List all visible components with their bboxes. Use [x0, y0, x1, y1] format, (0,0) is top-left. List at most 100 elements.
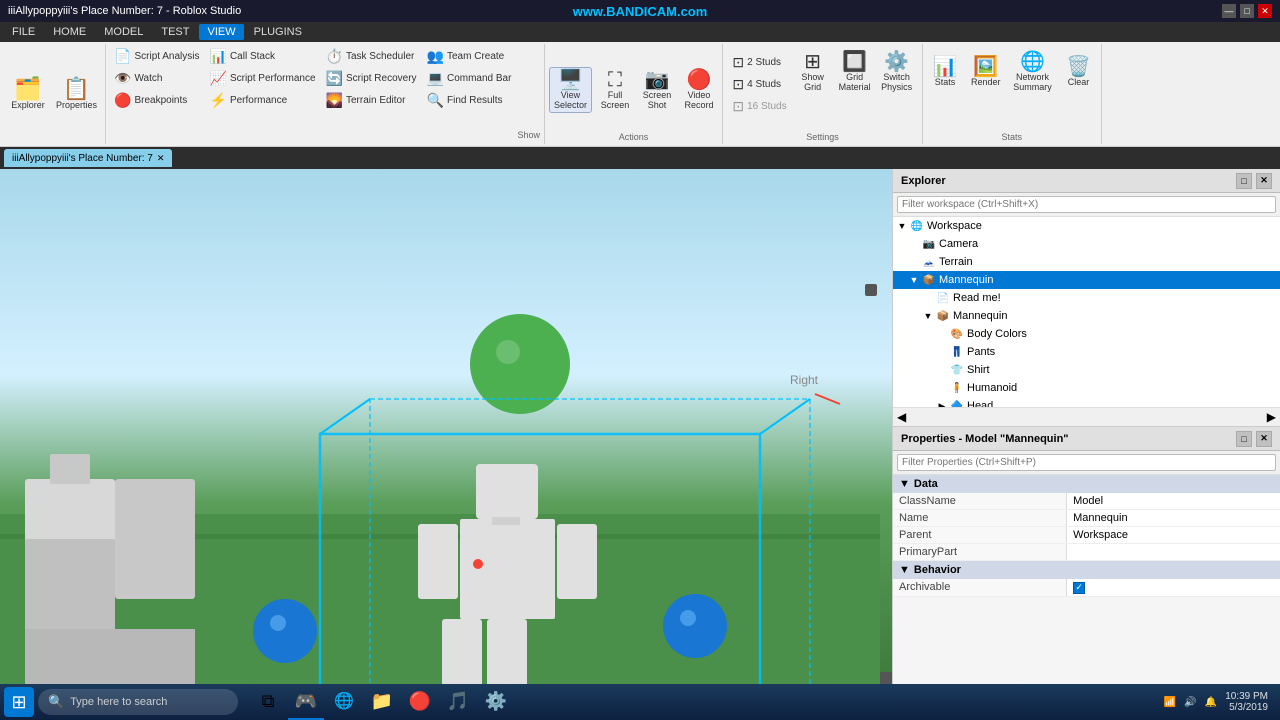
- tree-item-body-colors[interactable]: 🎨 Body Colors: [893, 325, 1280, 343]
- name-value[interactable]: Mannequin: [1067, 510, 1280, 526]
- viewport-resize-handle[interactable]: [880, 672, 892, 684]
- tree-item-head[interactable]: ▶ 🔷 Head: [893, 397, 1280, 407]
- explorer-label: Explorer: [11, 100, 45, 110]
- taskbar-clock[interactable]: 10:39 PM 5/3/2019: [1225, 691, 1268, 713]
- taskbar-app-task-view[interactable]: ⧉: [250, 684, 286, 720]
- team-create-label: Team Create: [447, 51, 504, 62]
- mannequin-root-expander[interactable]: ▼: [907, 275, 921, 285]
- team-create-button[interactable]: 👥 Team Create: [423, 46, 516, 67]
- start-button[interactable]: ⊞: [4, 687, 34, 717]
- taskbar-app-settings[interactable]: ⚙️: [478, 684, 514, 720]
- menu-file[interactable]: FILE: [4, 24, 43, 40]
- viewport[interactable]: Right: [0, 169, 892, 684]
- toolbar: 🗂️ Explorer 📋 Properties 📄 Script Analys…: [0, 42, 1280, 147]
- archivable-value[interactable]: ✓: [1067, 579, 1280, 596]
- mannequin-child-expander[interactable]: ▼: [921, 311, 935, 321]
- tree-item-readme[interactable]: 📄 Read me!: [893, 289, 1280, 307]
- screen-shot-button[interactable]: 📷 ScreenShot: [638, 68, 676, 112]
- script-performance-button[interactable]: 📈 Script Performance: [206, 68, 320, 89]
- minimize-button[interactable]: —: [1222, 4, 1236, 18]
- studs-4-button[interactable]: ⊡ 4 Studs: [728, 74, 790, 95]
- workspace-icon: 🌐: [909, 218, 925, 234]
- explorer-close-button[interactable]: ✕: [1256, 173, 1272, 189]
- archivable-label: Archivable: [893, 579, 1067, 596]
- tree-item-shirt[interactable]: 👕 Shirt: [893, 361, 1280, 379]
- switch-physics-button[interactable]: ⚙️ SwitchPhysics: [877, 50, 917, 94]
- command-bar-button[interactable]: 💻 Command Bar: [423, 68, 516, 89]
- bandicam-watermark: www.BANDICAM.com: [573, 4, 708, 19]
- network-summary-label: NetworkSummary: [1013, 72, 1052, 92]
- toolbar-group-scripts: 📄 Script Analysis 👁️ Watch 🔴 Breakpoints…: [106, 44, 545, 144]
- camera-label: Camera: [939, 238, 978, 250]
- tree-item-humanoid[interactable]: 🧍 Humanoid: [893, 379, 1280, 397]
- close-button[interactable]: ✕: [1258, 4, 1272, 18]
- data-section-header[interactable]: ▼ Data: [893, 475, 1280, 493]
- properties-button[interactable]: 📋 Properties: [52, 76, 101, 112]
- network-summary-button[interactable]: 🌐 NetworkSummary: [1009, 50, 1057, 94]
- archivable-checkbox[interactable]: ✓: [1073, 582, 1085, 594]
- tree-item-mannequin-root[interactable]: ▼ 📦 Mannequin: [893, 271, 1280, 289]
- script-recovery-button[interactable]: 🔄 Script Recovery: [322, 68, 421, 89]
- taskbar-app-chrome[interactable]: 🔴: [402, 684, 438, 720]
- render-button[interactable]: 🖼️ Render: [967, 55, 1005, 89]
- watch-button[interactable]: 👁️ Watch: [110, 68, 203, 89]
- performance-button[interactable]: ⚡ Performance: [206, 90, 320, 111]
- humanoid-expander: [935, 383, 949, 393]
- show-grid-button[interactable]: ⊞ ShowGrid: [793, 50, 833, 94]
- menu-model[interactable]: MODEL: [96, 24, 151, 40]
- breakpoints-label: Breakpoints: [134, 95, 187, 106]
- studs-2-button[interactable]: ⊡ 2 Studs: [728, 52, 790, 73]
- tree-item-workspace[interactable]: ▼ 🌐 Workspace: [893, 217, 1280, 235]
- explorer-next-button[interactable]: ▶: [1267, 410, 1276, 424]
- menu-plugins[interactable]: PLUGINS: [246, 24, 310, 40]
- properties-filter-bar: [893, 451, 1280, 475]
- video-record-button[interactable]: 🔴 VideoRecord: [680, 68, 718, 112]
- grid-material-label: GridMaterial: [839, 72, 871, 92]
- breakpoints-button[interactable]: 🔴 Breakpoints: [110, 90, 203, 111]
- tab-close-icon[interactable]: ✕: [157, 153, 165, 164]
- find-results-button[interactable]: 🔍 Find Results: [423, 90, 516, 111]
- pants-expander: [935, 347, 949, 357]
- tree-item-terrain[interactable]: 🗻 Terrain: [893, 253, 1280, 271]
- stats-button[interactable]: 📊 Stats: [927, 55, 963, 89]
- tab-place[interactable]: iiiAllypoppyiii's Place Number: 7 ✕: [4, 149, 172, 167]
- call-stack-icon: 📊: [210, 48, 227, 65]
- primary-part-value[interactable]: [1067, 544, 1280, 560]
- menu-home[interactable]: HOME: [45, 24, 94, 40]
- clear-button[interactable]: 🗑️ Clear: [1061, 55, 1097, 89]
- humanoid-label: Humanoid: [967, 382, 1017, 394]
- tree-item-camera[interactable]: 📷 Camera: [893, 235, 1280, 253]
- tree-item-pants[interactable]: 👖 Pants: [893, 343, 1280, 361]
- properties-expand-button[interactable]: □: [1236, 431, 1252, 447]
- maximize-button[interactable]: □: [1240, 4, 1254, 18]
- full-screen-button[interactable]: ⛶ FullScreen: [596, 68, 634, 112]
- studs-16-button[interactable]: ⊡ 16 Studs: [728, 96, 790, 117]
- explorer-filter-input[interactable]: [897, 196, 1276, 213]
- terrain-editor-button[interactable]: 🌄 Terrain Editor: [322, 90, 421, 111]
- taskbar-app-explorer[interactable]: 📁: [364, 684, 400, 720]
- taskbar-app-edge[interactable]: 🌐: [326, 684, 362, 720]
- task-scheduler-button[interactable]: ⏱️ Task Scheduler: [322, 46, 421, 67]
- properties-filter-input[interactable]: [897, 454, 1276, 471]
- taskbar-notification-icon: 🔔: [1205, 697, 1217, 708]
- script-analysis-button[interactable]: 📄 Script Analysis: [110, 46, 203, 67]
- taskbar-app-music[interactable]: 🎵: [440, 684, 476, 720]
- taskbar-app-roblox[interactable]: 🎮: [288, 684, 324, 720]
- view-selector-button[interactable]: 🖥️ ViewSelector: [549, 67, 592, 113]
- behavior-section-header[interactable]: ▼ Behavior: [893, 561, 1280, 579]
- clear-label: Clear: [1068, 77, 1090, 87]
- terrain-editor-label: Terrain Editor: [346, 95, 405, 106]
- taskbar-search[interactable]: 🔍 Type here to search: [38, 689, 238, 715]
- stats-icon: 📊: [933, 57, 958, 77]
- menu-bar: FILE HOME MODEL TEST VIEW PLUGINS: [0, 22, 1280, 42]
- menu-test[interactable]: TEST: [153, 24, 197, 40]
- workspace-expander[interactable]: ▼: [895, 221, 909, 231]
- grid-material-button[interactable]: 🔲 GridMaterial: [835, 50, 875, 94]
- menu-view[interactable]: VIEW: [199, 24, 243, 40]
- properties-close-button[interactable]: ✕: [1256, 431, 1272, 447]
- explorer-prev-button[interactable]: ◀: [897, 410, 906, 424]
- explorer-button[interactable]: 🗂️ Explorer: [6, 76, 50, 112]
- tree-item-mannequin-child[interactable]: ▼ 📦 Mannequin: [893, 307, 1280, 325]
- explorer-expand-button[interactable]: □: [1236, 173, 1252, 189]
- call-stack-button[interactable]: 📊 Call Stack: [206, 46, 320, 67]
